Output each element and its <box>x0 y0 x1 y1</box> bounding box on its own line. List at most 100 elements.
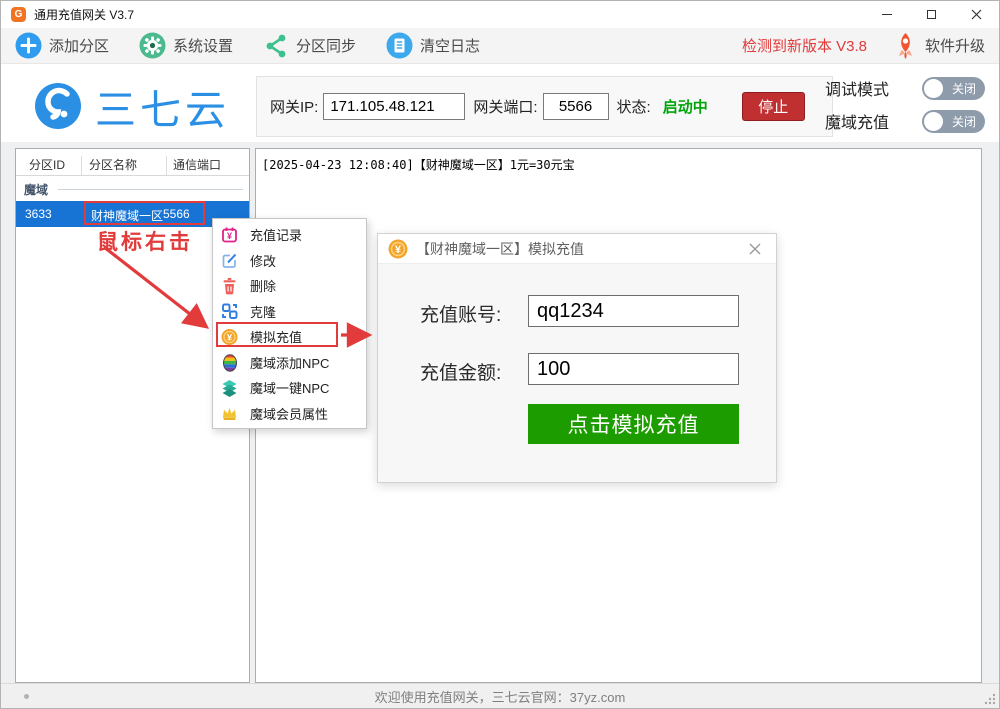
clear-log-label: 清空日志 <box>420 35 480 56</box>
system-settings-button[interactable]: 系统设置 <box>139 32 233 59</box>
recharge-records-icon: ¥ <box>221 226 238 244</box>
menu-item-label: 克隆 <box>250 302 276 321</box>
clear-log-icon <box>386 32 413 59</box>
status-value: 启动中 <box>663 96 708 117</box>
mock-recharge-submit-button[interactable]: 点击模拟充值 <box>528 404 739 444</box>
column-partition-name: 分区名称 <box>89 156 137 173</box>
system-settings-label: 系统设置 <box>173 35 233 56</box>
software-upgrade-button[interactable]: 软件升级 <box>893 32 985 60</box>
close-icon <box>749 243 761 255</box>
gear-icon <box>139 32 166 59</box>
amount-label: 充值金额: <box>420 358 501 385</box>
menu-item-edit[interactable]: 修改 <box>213 248 366 274</box>
header: 三七云 网关IP: 网关端口: 状态: 启动中 停止 调试模式 关闭 魔域充值 <box>1 64 999 142</box>
debug-mode-label: 调试模式 <box>825 76 889 100</box>
dialog-close-button[interactable] <box>744 238 766 260</box>
toggle-knob <box>924 79 943 98</box>
cell-partition-id: 3633 <box>25 207 52 221</box>
stop-button[interactable]: 停止 <box>742 92 805 121</box>
menu-item-delete[interactable]: 删除 <box>213 273 366 299</box>
coin-icon: ¥ <box>388 239 408 259</box>
share-sync-icon <box>263 33 289 59</box>
debug-mode-row: 调试模式 关闭 <box>825 73 985 103</box>
app-logo-icon: G <box>11 7 26 22</box>
menu-item-label: 修改 <box>250 251 276 270</box>
close-icon <box>971 9 982 20</box>
maximize-button[interactable] <box>909 1 954 28</box>
menu-item-moyu-add-npc[interactable]: 魔域添加NPC <box>213 350 366 376</box>
brand-name: 三七云 <box>95 76 230 136</box>
rocket-icon <box>893 32 918 60</box>
software-upgrade-label: 软件升级 <box>925 35 985 56</box>
column-divider <box>166 156 167 175</box>
resize-grip[interactable] <box>983 692 996 705</box>
toolbar: 添加分区 系统设置 <box>1 28 999 64</box>
mock-recharge-dialog: ¥ 【财神魔域一区】模拟充值 充值账号: 充值金额: 点击模拟充值 <box>377 233 777 483</box>
menu-item-label: 魔域添加NPC <box>250 353 329 372</box>
group-divider-line <box>58 189 243 190</box>
update-notice[interactable]: 检测到新版本 V3.8 <box>742 35 867 56</box>
maximize-icon <box>927 10 936 19</box>
window-title: 通用充值网关 V3.7 <box>34 6 134 23</box>
partition-sync-label: 分区同步 <box>296 35 356 56</box>
brand-logo-icon <box>33 81 83 131</box>
debug-mode-toggle[interactable]: 关闭 <box>922 77 985 100</box>
status-message: 欢迎使用充值网关，三七云官网：37yz.com <box>375 687 626 706</box>
highlight-box-mock-recharge <box>216 322 338 347</box>
moyu-recharge-label: 魔域充值 <box>825 109 889 133</box>
app-window: G 通用充值网关 V3.7 添加分区 <box>0 0 1000 709</box>
menu-item-clone[interactable]: 克隆 <box>213 299 366 325</box>
amount-input[interactable] <box>528 353 739 385</box>
debug-mode-state: 关闭 <box>952 80 976 97</box>
add-partition-button[interactable]: 添加分区 <box>15 32 109 59</box>
close-button[interactable] <box>954 1 999 28</box>
delete-trash-icon <box>221 277 238 295</box>
gateway-port-input[interactable] <box>543 93 609 120</box>
toggle-group: 调试模式 关闭 魔域充值 关闭 <box>825 73 985 139</box>
edit-icon <box>221 251 238 269</box>
menu-item-label: 充值记录 <box>250 225 302 244</box>
add-partition-label: 添加分区 <box>49 35 109 56</box>
menu-item-moyu-onekey-npc[interactable]: 魔域一键NPC <box>213 375 366 401</box>
moyu-recharge-state: 关闭 <box>952 113 976 130</box>
dialog-titlebar: ¥ 【财神魔域一区】模拟充值 <box>378 234 776 264</box>
partition-sync-button[interactable]: 分区同步 <box>263 33 356 59</box>
status-bar: 欢迎使用充值网关，三七云官网：37yz.com <box>1 683 999 708</box>
moyu-recharge-row: 魔域充值 关闭 <box>825 106 985 136</box>
menu-item-recharge-records[interactable]: ¥ 充值记录 <box>213 222 366 248</box>
minimize-icon <box>882 14 892 15</box>
log-entry: [2025-04-23 12:08:40]【财神魔域一区】1元=30元宝 <box>262 156 575 173</box>
account-label: 充值账号: <box>420 300 501 327</box>
account-input[interactable] <box>528 295 739 327</box>
brand: 三七云 <box>33 76 230 136</box>
gateway-ip-input[interactable] <box>323 93 465 120</box>
minimize-button[interactable] <box>864 1 909 28</box>
egg-icon <box>221 353 238 371</box>
moyu-recharge-toggle[interactable]: 关闭 <box>922 110 985 133</box>
clone-icon <box>221 302 238 320</box>
toggle-knob <box>924 112 943 131</box>
status-indicator-dot <box>24 694 29 699</box>
menu-item-moyu-member-props[interactable]: 魔域会员属性 <box>213 401 366 427</box>
crown-icon <box>221 404 238 422</box>
menu-item-label: 删除 <box>250 276 276 295</box>
svg-text:¥: ¥ <box>227 231 232 241</box>
gateway-panel: 网关IP: 网关端口: 状态: 启动中 停止 <box>256 76 833 137</box>
menu-item-label: 魔域会员属性 <box>250 404 328 423</box>
svg-text:¥: ¥ <box>395 244 402 256</box>
table-header: 分区ID 分区名称 通信端口 <box>16 149 249 176</box>
dialog-title: 【财神魔域一区】模拟充值 <box>416 239 744 259</box>
right-click-annotation: 鼠标右击 <box>97 226 193 256</box>
title-bar: G 通用充值网关 V3.7 <box>1 1 999 28</box>
menu-item-label: 魔域一键NPC <box>250 378 329 397</box>
group-row-moyu[interactable]: 魔域 <box>16 176 249 200</box>
gateway-ip-label: 网关IP: <box>270 96 318 117</box>
column-comm-port: 通信端口 <box>173 156 221 173</box>
gateway-port-label: 网关端口: <box>473 96 537 117</box>
add-partition-icon <box>15 32 42 59</box>
column-partition-id: 分区ID <box>29 156 65 173</box>
clear-log-button[interactable]: 清空日志 <box>386 32 480 59</box>
layers-icon <box>221 379 238 397</box>
column-divider <box>81 156 82 175</box>
group-label: 魔域 <box>24 181 48 198</box>
